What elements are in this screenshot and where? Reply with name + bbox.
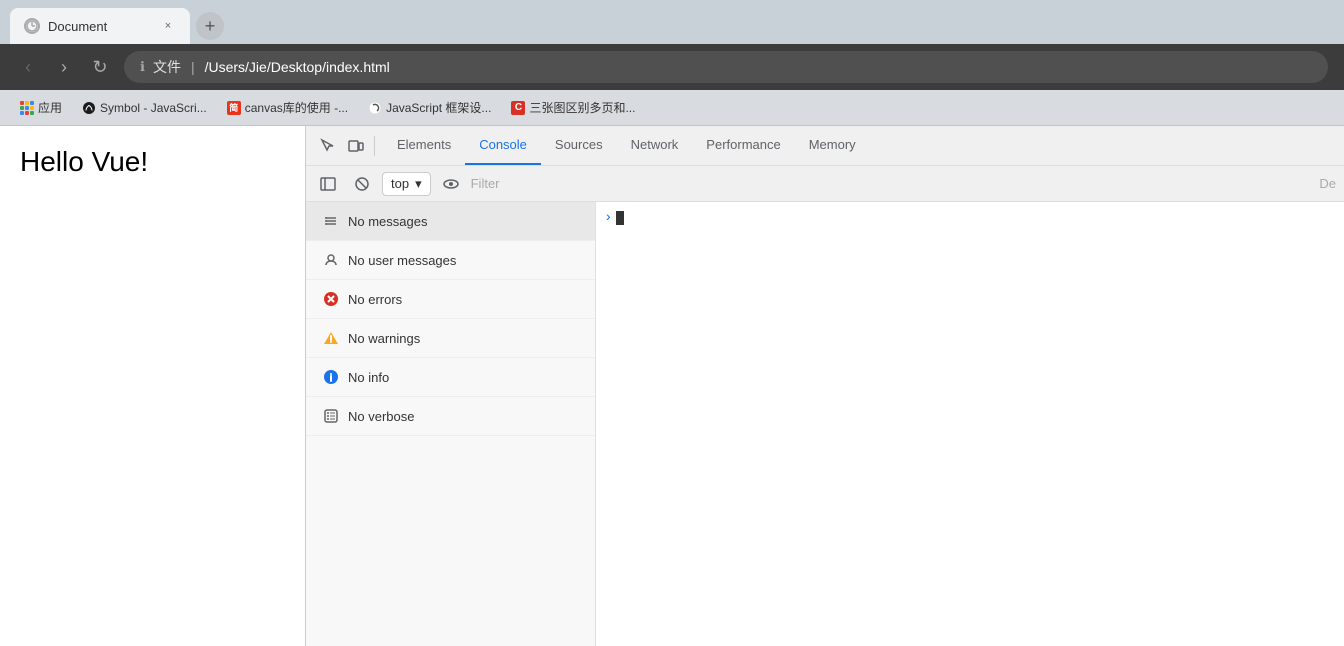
page-content: Hello Vue! [0, 126, 305, 646]
console-sidebar-toggle[interactable] [314, 170, 342, 198]
page-main-text: Hello Vue! [20, 146, 148, 178]
element-selector-icon[interactable] [314, 132, 342, 160]
tab-favicon [24, 18, 40, 34]
sidebar-item-all-messages[interactable]: No messages [306, 202, 595, 241]
error-icon [322, 290, 340, 308]
console-cursor [616, 211, 624, 225]
address-bar: ‹ › ↻ ℹ 文件 | /Users/Jie/Desktop/index.ht… [0, 44, 1344, 90]
verbose-icon [322, 407, 340, 425]
apps-grid-icon [20, 101, 34, 115]
context-dropdown-arrow: ▾ [415, 176, 422, 192]
bookmark-c-label: 三张图区别多页和... [529, 99, 635, 116]
clear-console-button[interactable] [348, 170, 376, 198]
device-toolbar-icon[interactable] [342, 132, 370, 160]
back-button[interactable]: ‹ [16, 55, 40, 79]
bookmark-js-label: JavaScript 框架设... [386, 99, 491, 116]
bookmark-canvas-label: canvas库的使用 -... [245, 99, 348, 116]
sidebar-item-errors[interactable]: No errors [306, 280, 595, 319]
browser-chrome: Document × + ‹ › ↻ ℹ 文件 | /Users/Jie/Des… [0, 0, 1344, 126]
tab-network[interactable]: Network [617, 126, 693, 165]
console-toolbar: top ▾ Filter De [306, 166, 1344, 202]
devtools-panel: Elements Console Sources Network Perform… [305, 126, 1344, 646]
list-icon [322, 212, 340, 230]
bookmark-apps[interactable]: 应用 [12, 96, 70, 119]
devtools-toolbar: Elements Console Sources Network Perform… [306, 126, 1344, 166]
tab-sources[interactable]: Sources [541, 126, 617, 165]
main-area: Hello Vue! Elements Console Sources Netw… [0, 126, 1344, 646]
url-separator: | [191, 59, 195, 75]
toolbar-divider [374, 136, 375, 156]
user-icon [322, 251, 340, 269]
sidebar-item-warnings[interactable]: No warnings [306, 319, 595, 358]
devtools-tabs: Elements Console Sources Network Perform… [379, 126, 1336, 165]
bookmark-apps-label: 应用 [38, 99, 62, 116]
bookmark-symbol[interactable]: Symbol - JavaScri... [74, 98, 215, 118]
tab-close-button[interactable]: × [160, 18, 176, 34]
devtools-body: No messages No user messages [306, 202, 1344, 646]
context-dropdown-label: top [391, 176, 409, 191]
tab-console[interactable]: Console [465, 126, 541, 165]
bookmarks-bar: 应用 Symbol - JavaScri... 简 canvas库的使用 -..… [0, 90, 1344, 126]
sidebar-item-all-label: No messages [348, 214, 427, 229]
eye-icon[interactable] [437, 170, 465, 198]
sidebar-item-info[interactable]: No info [306, 358, 595, 397]
sidebar-item-warnings-label: No warnings [348, 331, 420, 346]
tab-performance[interactable]: Performance [692, 126, 794, 165]
prompt-symbol: › [604, 210, 612, 226]
bookmark-canvas[interactable]: 简 canvas库的使用 -... [219, 96, 356, 119]
protocol-icon: ℹ [140, 59, 145, 75]
new-tab-button[interactable]: + [196, 12, 224, 40]
tab-memory[interactable]: Memory [795, 126, 870, 165]
warning-icon [322, 329, 340, 347]
console-sidebar: No messages No user messages [306, 202, 596, 646]
sidebar-item-verbose[interactable]: No verbose [306, 397, 595, 436]
info-icon [322, 368, 340, 386]
js-icon [368, 101, 382, 115]
canvas-icon: 简 [227, 101, 241, 115]
url-path: /Users/Jie/Desktop/index.html [205, 59, 390, 75]
forward-button[interactable]: › [52, 55, 76, 79]
bookmark-c[interactable]: C 三张图区别多页和... [503, 96, 643, 119]
symbol-icon [82, 101, 96, 115]
de-label: De [1319, 176, 1336, 191]
reload-button[interactable]: ↻ [88, 55, 112, 79]
bookmark-symbol-label: Symbol - JavaScri... [100, 101, 207, 115]
sidebar-item-user-messages[interactable]: No user messages [306, 241, 595, 280]
console-prompt[interactable]: › [604, 210, 624, 226]
protocol-label: 文件 [153, 57, 181, 77]
sidebar-item-info-label: No info [348, 370, 389, 385]
tab-bar: Document × + [0, 0, 1344, 44]
filter-input-placeholder: Filter [471, 176, 500, 191]
sidebar-item-user-label: No user messages [348, 253, 456, 268]
browser-tab[interactable]: Document × [10, 8, 190, 44]
sidebar-item-errors-label: No errors [348, 292, 402, 307]
bookmark-js[interactable]: JavaScript 框架设... [360, 96, 499, 119]
tab-elements[interactable]: Elements [383, 126, 465, 165]
context-dropdown[interactable]: top ▾ [382, 172, 431, 196]
console-main[interactable]: › [596, 202, 1344, 646]
sidebar-item-verbose-label: No verbose [348, 409, 414, 424]
tab-title: Document [48, 19, 152, 34]
c-icon: C [511, 101, 525, 115]
url-bar[interactable]: ℹ 文件 | /Users/Jie/Desktop/index.html [124, 51, 1328, 83]
